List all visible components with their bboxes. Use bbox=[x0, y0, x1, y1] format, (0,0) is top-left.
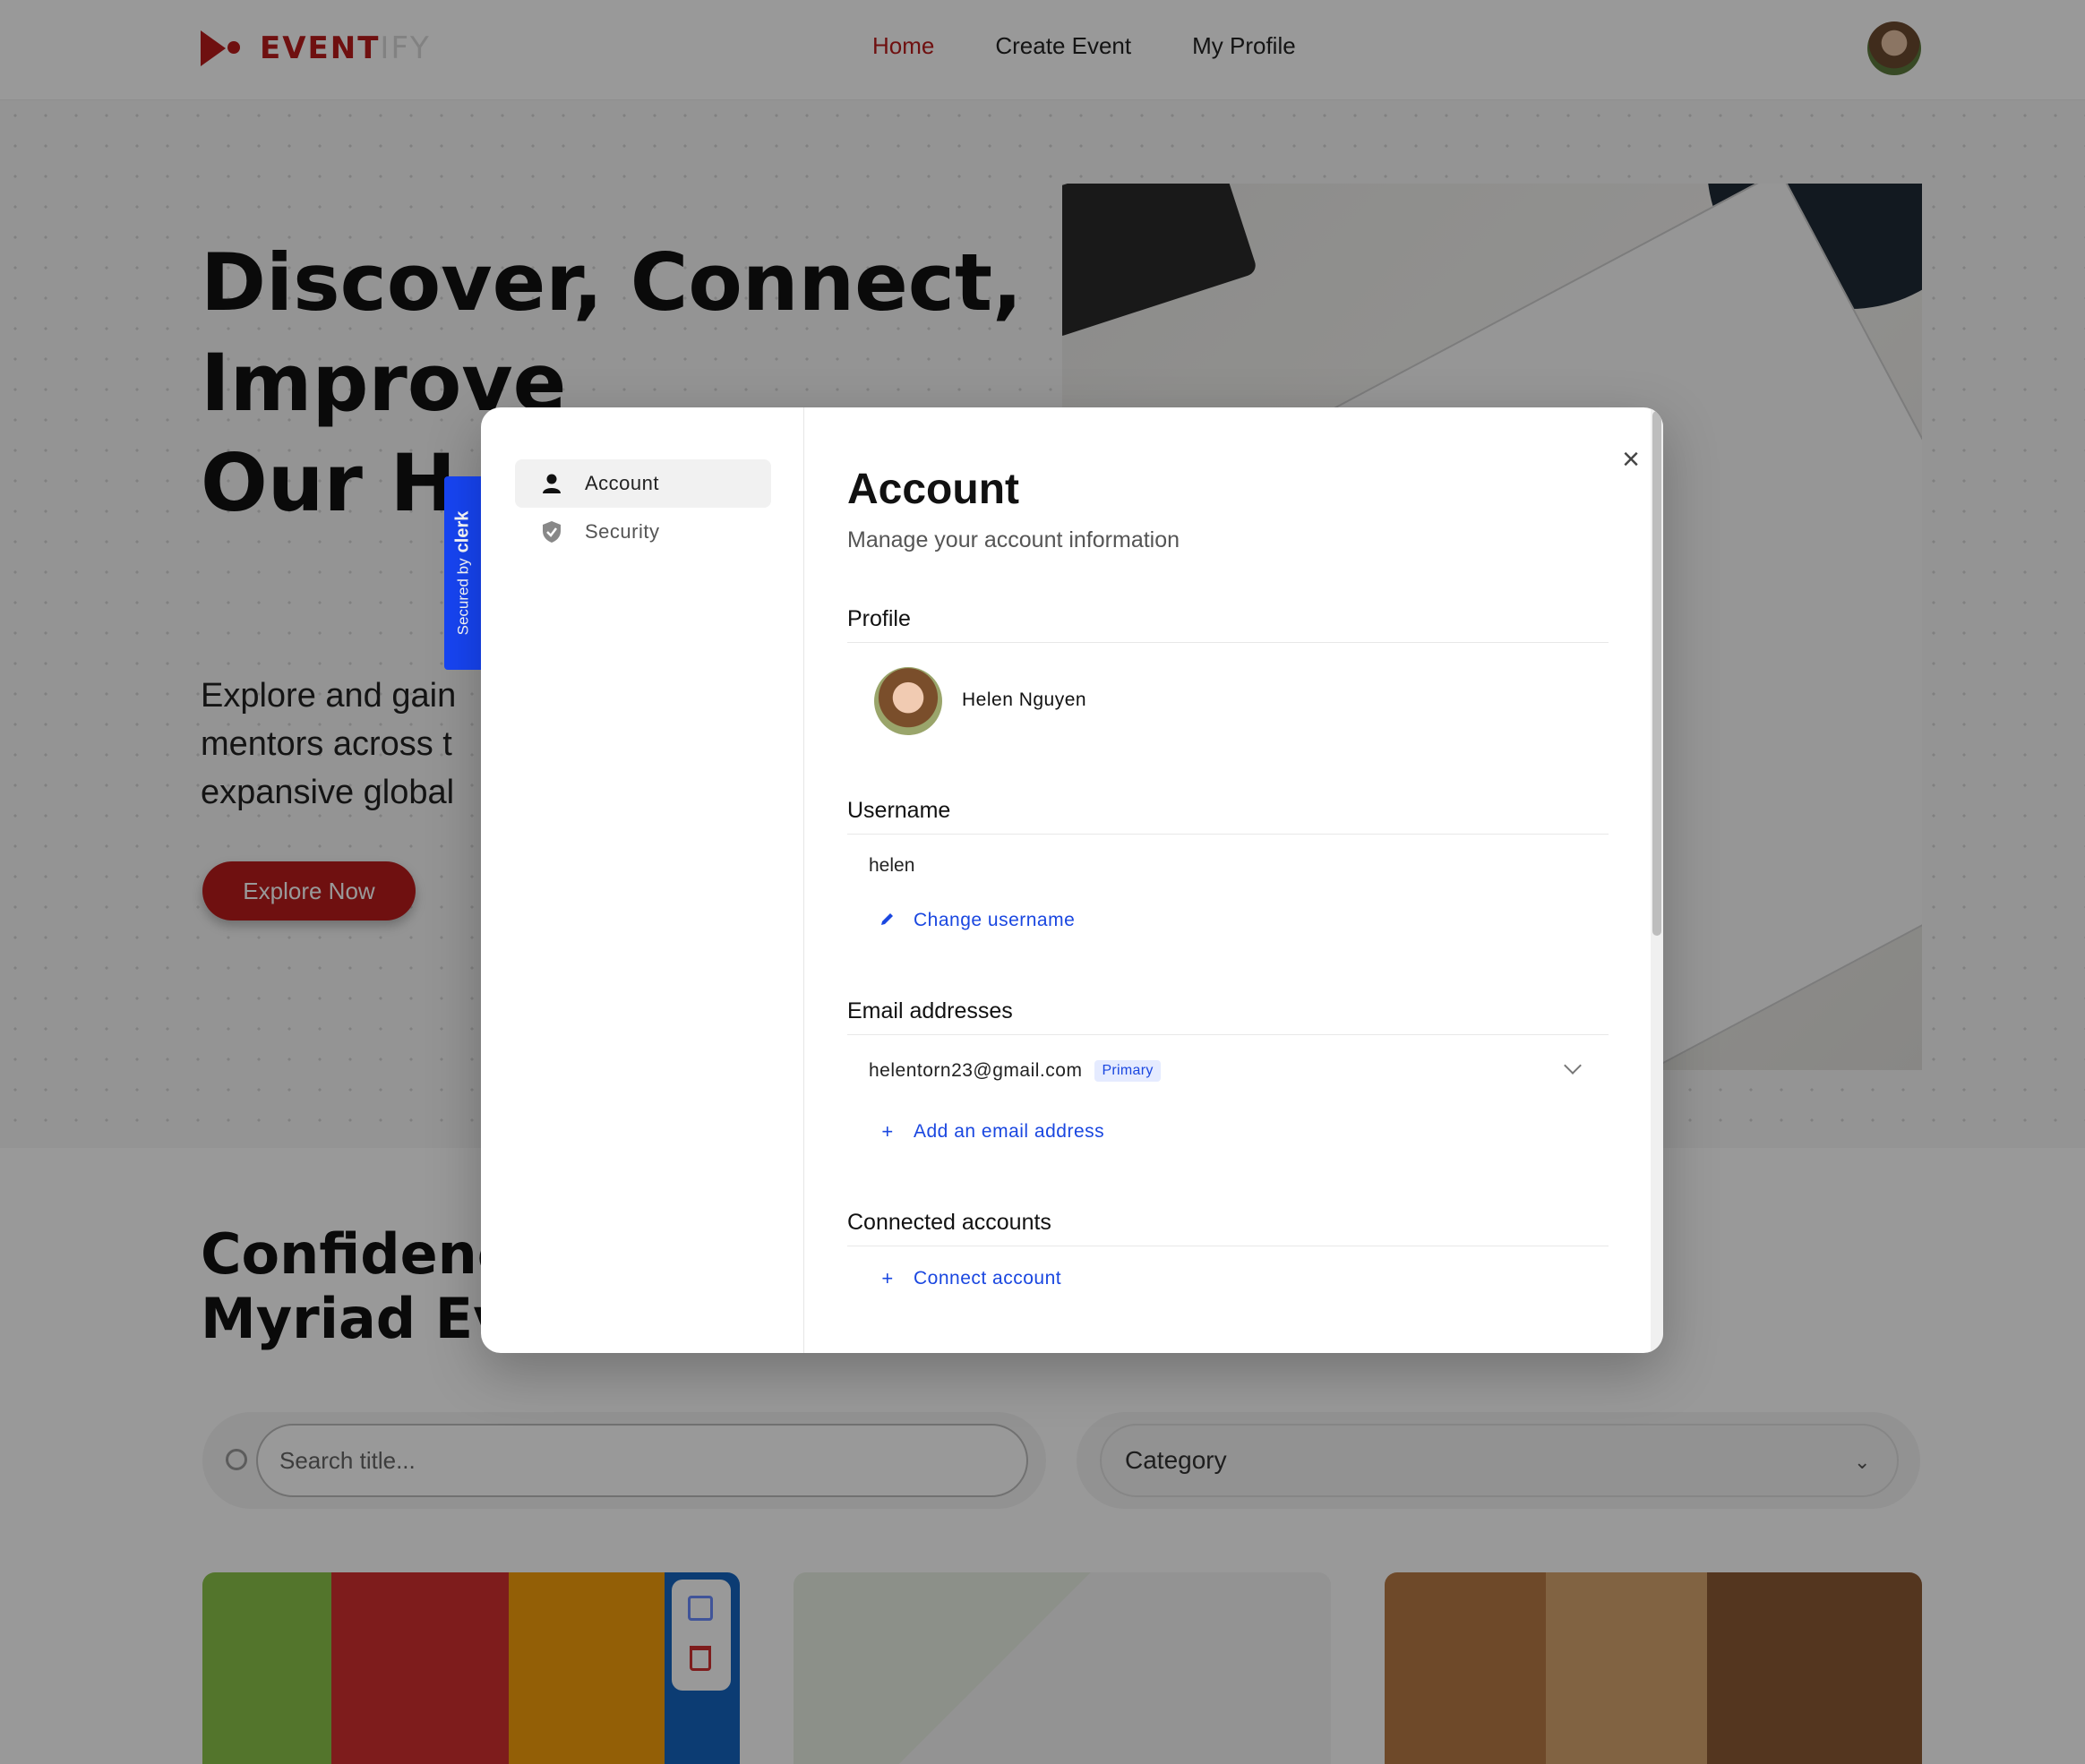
sidebar-item-security[interactable]: Security bbox=[515, 508, 771, 556]
username-section-title: Username bbox=[847, 798, 951, 823]
user-profile-modal: Account Security × Account Manage your a… bbox=[481, 407, 1663, 1353]
avatar[interactable] bbox=[874, 667, 942, 735]
connect-account-button[interactable]: + Connect account bbox=[878, 1267, 1061, 1290]
page-subtitle: Manage your account information bbox=[847, 527, 1180, 552]
connected-accounts-title: Connected accounts bbox=[847, 1210, 1051, 1235]
modal-sidebar: Account Security bbox=[481, 407, 804, 1353]
pencil-icon bbox=[878, 909, 897, 932]
divider bbox=[847, 1034, 1609, 1035]
close-icon[interactable]: × bbox=[1611, 440, 1651, 479]
email-row[interactable]: helentorn23@gmail.com Primary bbox=[869, 1060, 1161, 1082]
profile-name: Helen Nguyen bbox=[962, 689, 1087, 710]
status-badge: Primary bbox=[1094, 1060, 1161, 1082]
add-email-button[interactable]: + Add an email address bbox=[878, 1120, 1104, 1143]
sidebar-item-label: Security bbox=[585, 520, 660, 543]
profile-section-title: Profile bbox=[847, 606, 911, 631]
page-title: Account bbox=[847, 466, 1019, 513]
sidebar-item-account[interactable]: Account bbox=[515, 459, 771, 508]
person-icon bbox=[538, 470, 565, 497]
modal-scrollbar[interactable] bbox=[1651, 407, 1663, 1353]
shield-icon bbox=[538, 518, 565, 545]
divider bbox=[847, 642, 1609, 643]
plus-icon: + bbox=[881, 1267, 894, 1289]
sidebar-item-label: Account bbox=[585, 472, 659, 494]
username-value: helen bbox=[869, 855, 915, 876]
email-address: helentorn23@gmail.com bbox=[869, 1060, 1083, 1081]
email-section-title: Email addresses bbox=[847, 998, 1013, 1023]
plus-icon: + bbox=[881, 1120, 894, 1143]
clerk-secured-label: Secured byclerk bbox=[452, 510, 473, 636]
divider bbox=[847, 834, 1609, 835]
change-username-button[interactable]: Change username bbox=[878, 909, 1075, 932]
